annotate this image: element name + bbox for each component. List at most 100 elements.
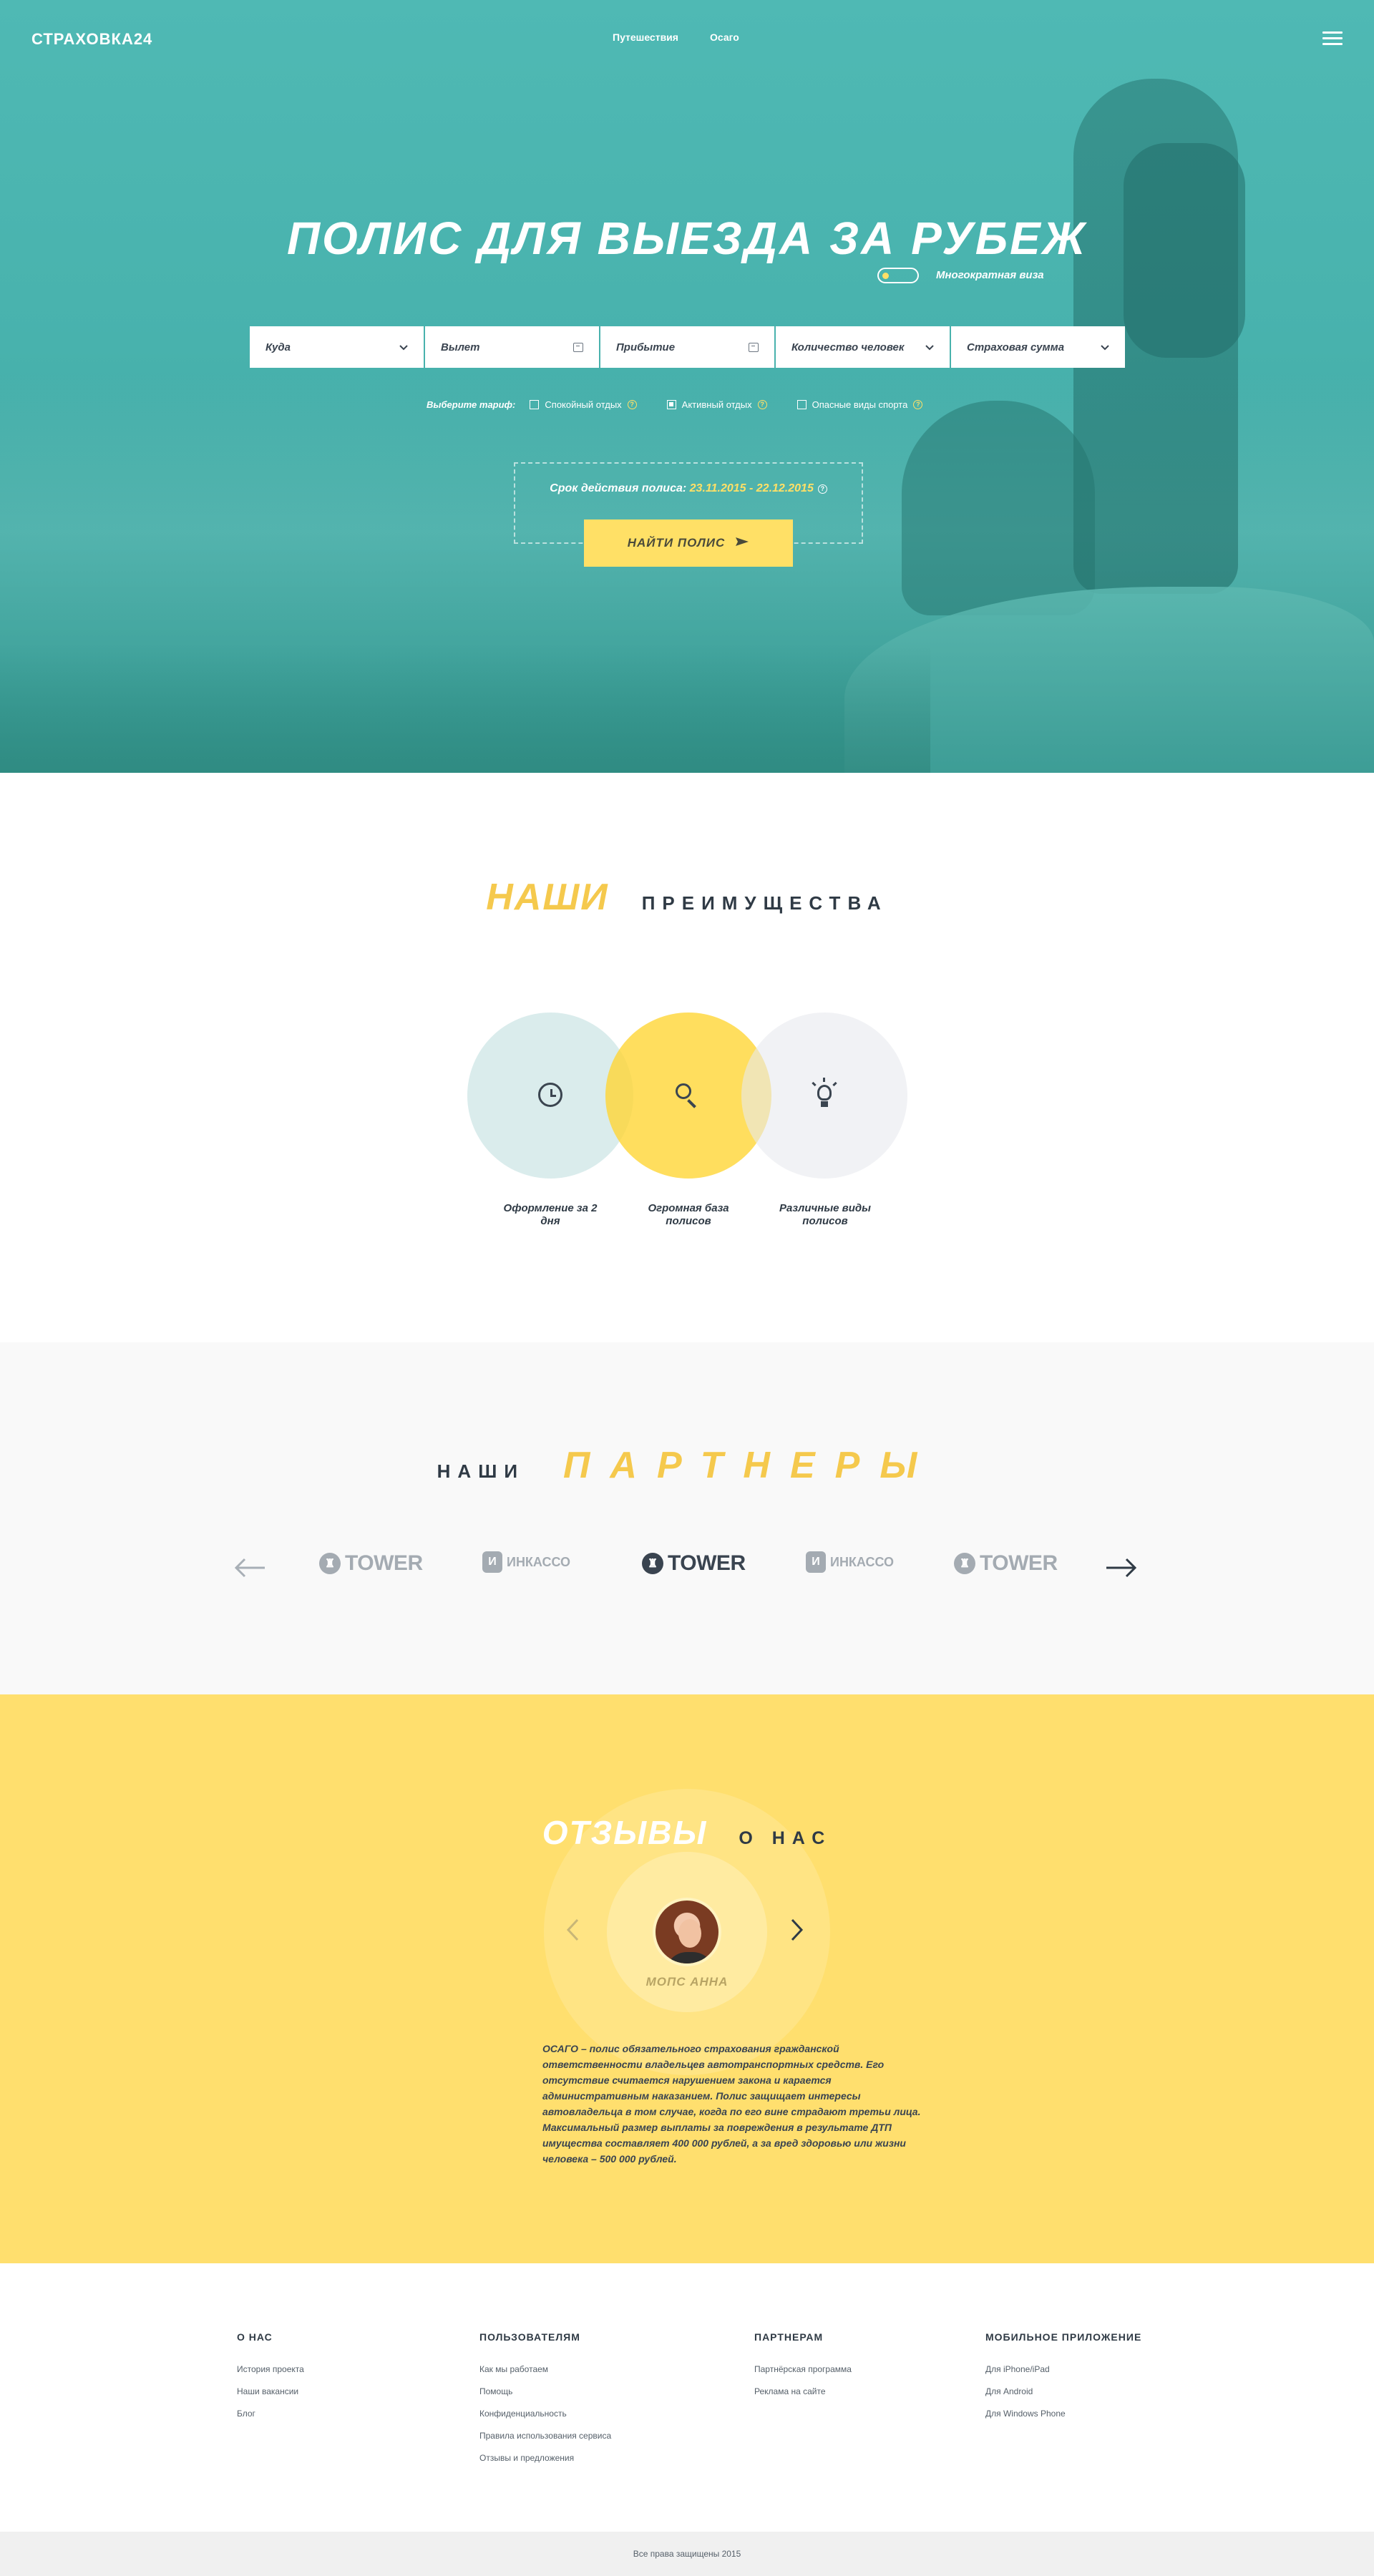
tower-icon: ♜ (954, 1553, 975, 1574)
advantage-label-3: Различные виды полисов (779, 1202, 871, 1227)
search-icon (674, 1082, 701, 1109)
partners-title: НАШИ ПАРТНЕРЫ (0, 1444, 1374, 1487)
footer-link[interactable]: Правила использования сервиса (479, 2431, 611, 2441)
partner-logo-tower[interactable]: ♜ TOWER (954, 1551, 1058, 1576)
review-text: ОСАГО – полис обязательного страхования … (542, 2043, 921, 2165)
departure-date-field[interactable]: Вылет (425, 326, 599, 368)
advantage-label-1: Оформление за 2 дня (503, 1202, 598, 1227)
info-icon[interactable]: ? (913, 400, 923, 409)
hero-grass (0, 644, 930, 773)
tariff-option-label: Спокойный отдых (545, 399, 622, 410)
reviews-title-accent: ОТЗЫВЫ (542, 1814, 708, 1851)
partner-logo-inkasso[interactable]: И ИНКАССО (806, 1551, 894, 1573)
partners-next-arrow-icon[interactable] (1105, 1553, 1138, 1584)
partner-name: ИНКАССО (507, 1554, 571, 1569)
footer-link[interactable]: Как мы работаем (479, 2364, 611, 2374)
tariff-option-label: Опасные виды спорта (812, 399, 908, 410)
partner-name: TOWER (345, 1551, 423, 1575)
reviewer-avatar (653, 1898, 721, 1966)
inkasso-icon: И (806, 1551, 826, 1573)
arrival-date-field[interactable]: Прибытие (600, 326, 774, 368)
reviews-title-rest: О НАС (739, 1828, 832, 1848)
site-logo[interactable]: СТРАХОВКА24 (31, 30, 152, 49)
arrival-label: Прибытие (616, 341, 676, 353)
footer-link[interactable]: Наши вакансии (237, 2386, 304, 2396)
nav-item-osago[interactable]: Осаго (710, 31, 739, 43)
find-policy-button[interactable]: НАЙТИ ПОЛИС (584, 519, 793, 567)
footer-column-mobile: МОБИЛЬНОЕ ПРИЛОЖЕНИЕ Для iPhone/iPad Для… (985, 2331, 1141, 2431)
partner-logo-tower[interactable]: ♜ TOWER (319, 1551, 423, 1576)
calendar-icon (573, 342, 583, 352)
footer-link[interactable]: Блог (237, 2409, 304, 2419)
footer-link[interactable]: История проекта (237, 2364, 304, 2374)
partners-section (0, 1342, 1374, 1694)
main-nav: Путешествия Осаго (613, 31, 739, 43)
footer-column-title: О НАС (237, 2331, 273, 2343)
advantages-title-accent: НАШИ (486, 877, 609, 918)
partner-logo-tower-active[interactable]: ♜ TOWER (642, 1551, 746, 1576)
info-icon[interactable]: ? (627, 400, 637, 409)
destination-label: Куда (265, 341, 291, 353)
footer-link[interactable]: Реклама на сайте (754, 2386, 852, 2396)
partners-prev-arrow-icon[interactable] (233, 1553, 266, 1584)
insurance-sum-label: Страховая сумма (967, 341, 1065, 353)
footer-link[interactable]: Отзывы и предложения (479, 2453, 611, 2463)
partners-title-accent: ПАРТНЕРЫ (563, 1445, 937, 1486)
footer-column-title: ПАРТНЕРАМ (754, 2331, 824, 2343)
checkbox[interactable] (530, 400, 540, 409)
multi-visa-toggle[interactable] (877, 268, 919, 283)
reviewer-name: МОПС АННА (645, 1975, 729, 1989)
advantages-title: НАШИ ПРЕИМУЩЕСТВА (0, 876, 1374, 919)
footer-column-users: ПОЛЬЗОВАТЕЛЯМ Как мы работаем Помощь Кон… (479, 2331, 611, 2475)
review-next-chevron-icon[interactable] (790, 1918, 804, 1946)
checkbox[interactable] (796, 400, 807, 409)
policy-period-label: Срок действия полиса: (550, 482, 687, 494)
partner-name: TOWER (980, 1551, 1058, 1575)
tower-icon: ♜ (319, 1553, 341, 1574)
nav-item-travel[interactable]: Путешествия (613, 31, 678, 43)
copyright-bar: Все права защищены 2015 (0, 2532, 1374, 2576)
hero-section (0, 0, 1374, 773)
policy-period-dates[interactable]: 23.11.2015 - 22.12.2015 (690, 482, 814, 494)
footer-link[interactable]: Для Windows Phone (985, 2409, 1141, 2419)
people-count-label: Количество человек (791, 341, 905, 353)
footer-column-title: МОБИЛЬНОЕ ПРИЛОЖЕНИЕ (985, 2331, 1142, 2343)
tariff-selector: Выберите тариф: Спокойный отдых ? Активн… (427, 399, 923, 410)
departure-label: Вылет (441, 341, 480, 353)
checkbox-checked[interactable] (666, 400, 676, 409)
chevron-down-icon (925, 341, 934, 353)
insurance-sum-select[interactable]: Страховая сумма (951, 326, 1125, 368)
destination-select[interactable]: Куда (250, 326, 424, 368)
footer-column-title: ПОЛЬЗОВАТЕЛЯМ (479, 2331, 580, 2343)
advantage-label-2: Огромная база полисов (648, 1202, 729, 1227)
tariff-option-label: Активный отдых (681, 399, 752, 410)
info-icon[interactable]: ? (757, 400, 767, 409)
advantages-title-rest: ПРЕИМУЩЕСТВА (641, 892, 888, 914)
find-policy-label: НАЙТИ ПОЛИС (627, 536, 726, 550)
footer-link[interactable]: Партнёрская программа (754, 2364, 852, 2374)
footer-column-about: О НАС История проекта Наши вакансии Блог (237, 2331, 304, 2431)
footer-link[interactable]: Конфиденциальность (479, 2409, 611, 2419)
info-icon[interactable]: ? (817, 484, 827, 494)
footer-link[interactable]: Для iPhone/iPad (985, 2364, 1141, 2374)
calendar-icon (749, 342, 759, 352)
footer-link[interactable]: Для Android (985, 2386, 1141, 2396)
menu-icon[interactable] (1322, 31, 1343, 46)
partners-title-plain: НАШИ (437, 1460, 525, 1482)
tariff-option-calm[interactable]: Спокойный отдых ? (530, 399, 637, 410)
footer-column-partners: ПАРТНЕРАМ Партнёрская программа Реклама … (754, 2331, 852, 2409)
chevron-down-icon (399, 341, 408, 353)
review-prev-chevron-icon[interactable] (565, 1918, 580, 1946)
people-count-select[interactable]: Количество человек (776, 326, 950, 368)
partner-logo-inkasso[interactable]: И ИНКАССО (482, 1551, 570, 1573)
tariff-option-extreme[interactable]: Опасные виды спорта ? (796, 399, 923, 410)
footer-link[interactable]: Помощь (479, 2386, 611, 2396)
tariff-option-active[interactable]: Активный отдых ? (666, 399, 767, 410)
tariff-label: Выберите тариф: (427, 399, 516, 410)
clock-icon (538, 1083, 562, 1107)
hero-sitting-person-silhouette (902, 401, 1095, 615)
multi-visa-label: Многократная виза (936, 269, 1044, 281)
copyright-text: Все права защищены 2015 (633, 2549, 741, 2559)
policy-period-text: Срок действия полиса: 23.11.2015 - 22.12… (515, 482, 862, 495)
tower-icon: ♜ (642, 1553, 663, 1574)
